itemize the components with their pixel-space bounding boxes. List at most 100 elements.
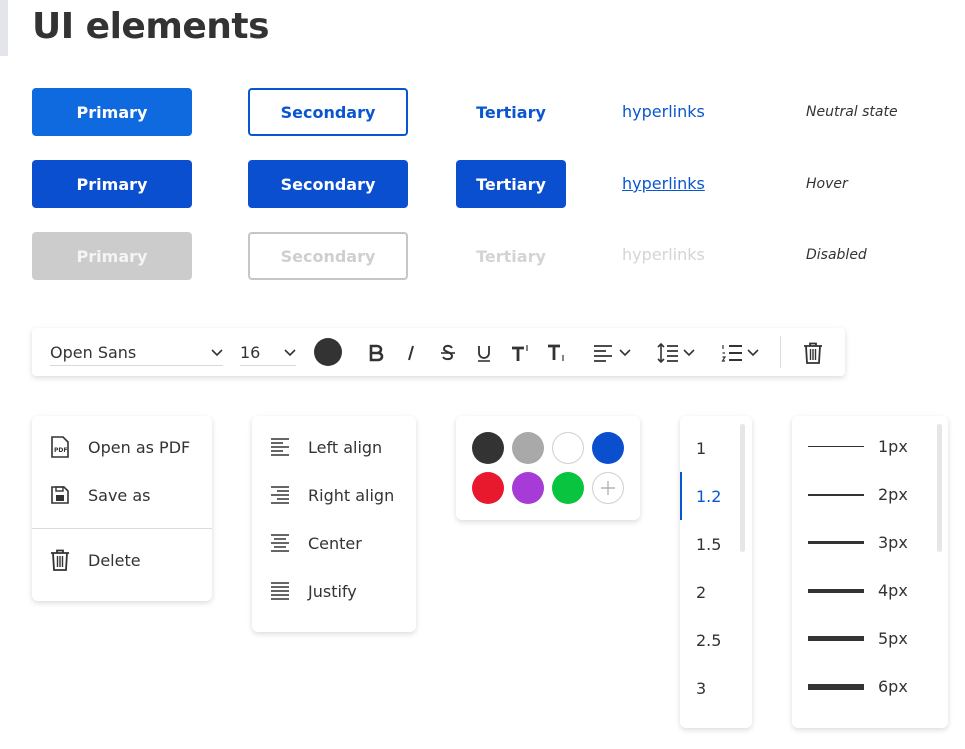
menu-item-label: Delete	[88, 550, 141, 570]
stroke-preview	[808, 588, 864, 593]
file-menu: PDF Open as PDF Save as Delete	[32, 416, 212, 601]
menu-item-justify[interactable]: Justify	[270, 580, 357, 602]
stroke-width-option[interactable]: 1px	[808, 437, 908, 456]
stroke-width-label: 5px	[878, 629, 908, 648]
menu-item-delete[interactable]: Delete	[50, 549, 141, 571]
stroke-width-option[interactable]: 2px	[808, 485, 908, 504]
color-swatch[interactable]	[552, 432, 584, 464]
stroke-width-label: 1px	[878, 437, 908, 456]
strikethrough-icon[interactable]	[435, 340, 461, 366]
color-swatch[interactable]	[552, 472, 584, 504]
subscript-icon[interactable]	[544, 340, 570, 366]
font-size-select[interactable]: 16	[240, 340, 296, 366]
stroke-preview	[808, 636, 864, 641]
hyperlink-hover[interactable]: hyperlinks	[622, 174, 705, 193]
menu-item-label: Save as	[88, 485, 151, 505]
secondary-button-hover[interactable]: Secondary	[248, 160, 408, 208]
font-family-select[interactable]: Open Sans	[50, 340, 223, 366]
stroke-width-label: 2px	[878, 485, 908, 504]
hyperlink-neutral[interactable]: hyperlinks	[622, 102, 705, 121]
line-spacing-option[interactable]: 1.5	[696, 535, 721, 554]
stroke-width-label: 3px	[878, 533, 908, 552]
underline-icon[interactable]	[471, 340, 497, 366]
font-family-value: Open Sans	[50, 343, 137, 362]
align-left-icon	[594, 345, 612, 362]
stroke-width-label: 4px	[878, 581, 908, 600]
stroke-width-label: 6px	[878, 677, 908, 696]
toolbar-divider	[780, 336, 781, 368]
chevron-down-icon	[211, 348, 223, 356]
tertiary-button-disabled[interactable]: Tertiary	[456, 232, 566, 280]
state-label-hover: Hover	[806, 176, 848, 192]
color-swatch[interactable]	[592, 432, 624, 464]
trash-icon[interactable]	[800, 340, 826, 366]
chevron-down-icon	[747, 349, 759, 357]
hyperlink-disabled[interactable]: hyperlinks	[622, 245, 705, 264]
color-swatch[interactable]	[472, 432, 504, 464]
list-style-dropdown[interactable]	[718, 340, 762, 366]
stroke-width-option[interactable]: 3px	[808, 533, 908, 552]
chevron-down-icon	[683, 349, 695, 357]
menu-separator	[32, 528, 212, 529]
line-spacing-option-selected[interactable]: 1.2	[696, 487, 721, 506]
stroke-width-list: 1px 2px 3px 4px 5px 6px	[792, 416, 948, 728]
stroke-width-option[interactable]: 4px	[808, 581, 908, 600]
stroke-preview	[808, 541, 864, 544]
menu-item-label: Justify	[308, 581, 357, 601]
menu-item-label: Right align	[308, 485, 395, 505]
primary-button-neutral[interactable]: Primary	[32, 88, 192, 136]
line-spacing-option[interactable]: 2	[696, 583, 706, 602]
scrollbar-thumb[interactable]	[740, 424, 745, 552]
color-swatch[interactable]	[472, 472, 504, 504]
trash-icon	[50, 549, 70, 571]
selected-indicator	[680, 472, 682, 520]
italic-icon[interactable]	[398, 340, 424, 366]
tertiary-button-hover[interactable]: Tertiary	[456, 160, 566, 208]
page-title: UI elements	[32, 6, 270, 47]
text-formatting-toolbar: Open Sans 16	[32, 328, 845, 376]
stroke-width-option[interactable]: 5px	[808, 629, 908, 648]
plus-icon	[601, 481, 615, 495]
svg-text:PDF: PDF	[54, 447, 67, 454]
line-spacing-icon	[657, 343, 678, 363]
secondary-button-neutral[interactable]: Secondary	[248, 88, 408, 136]
align-menu: Left align Right align Center Justify	[252, 416, 416, 632]
color-swatch[interactable]	[512, 472, 544, 504]
text-align-dropdown[interactable]	[590, 340, 634, 366]
line-spacing-list: 1 1.2 1.5 2 2.5 3	[680, 416, 752, 728]
menu-item-left-align[interactable]: Left align	[270, 436, 382, 458]
primary-button-hover[interactable]: Primary	[32, 160, 192, 208]
stroke-preview	[808, 446, 864, 447]
line-spacing-option[interactable]: 1	[696, 439, 706, 458]
menu-item-right-align[interactable]: Right align	[270, 484, 394, 506]
line-spacing-dropdown[interactable]	[654, 340, 698, 366]
color-swatch[interactable]	[512, 432, 544, 464]
numbered-list-icon	[721, 345, 742, 362]
bold-icon[interactable]	[363, 340, 389, 366]
menu-item-label: Left align	[308, 437, 383, 457]
menu-item-save-as[interactable]: Save as	[50, 484, 151, 506]
menu-item-label: Open as PDF	[88, 437, 191, 457]
stroke-preview	[808, 493, 864, 496]
tertiary-button-neutral[interactable]: Tertiary	[456, 88, 566, 136]
menu-item-open-pdf[interactable]: PDF Open as PDF	[50, 436, 190, 458]
align-right-icon	[270, 484, 290, 506]
superscript-icon[interactable]	[508, 340, 534, 366]
stroke-width-option[interactable]: 6px	[808, 677, 908, 696]
line-spacing-option[interactable]: 2.5	[696, 631, 721, 650]
menu-item-center[interactable]: Center	[270, 532, 362, 554]
edge-accent	[0, 0, 8, 56]
color-palette	[456, 416, 640, 520]
chevron-down-icon	[619, 349, 631, 357]
menu-item-label: Center	[308, 533, 362, 553]
chevron-down-icon	[284, 348, 296, 356]
align-center-icon	[270, 532, 290, 554]
line-spacing-option[interactable]: 3	[696, 679, 706, 698]
primary-button-disabled[interactable]: Primary	[32, 232, 192, 280]
state-label-disabled: Disabled	[806, 247, 867, 263]
scrollbar-thumb[interactable]	[937, 424, 942, 552]
stroke-preview	[808, 683, 864, 690]
text-color-picker[interactable]	[314, 338, 342, 366]
secondary-button-disabled[interactable]: Secondary	[248, 232, 408, 280]
add-color-button[interactable]	[592, 472, 624, 504]
